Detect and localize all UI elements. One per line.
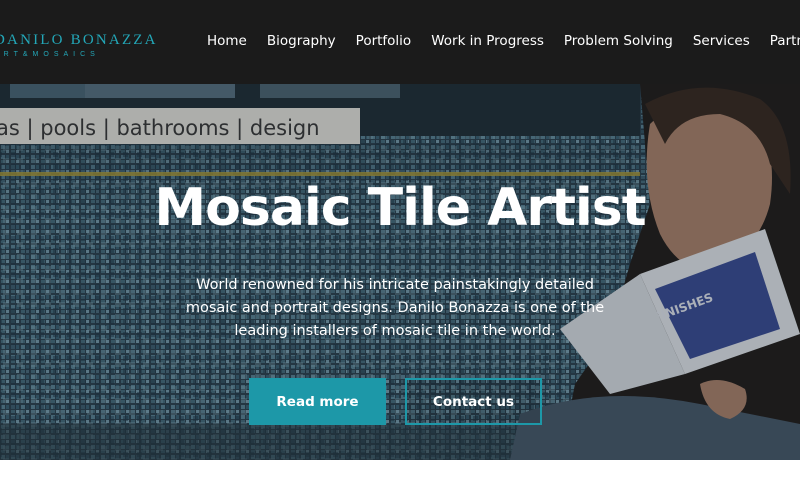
read-more-button[interactable]: Read more	[249, 378, 386, 425]
hero-section: as | pools | bathrooms | design FINISHES…	[0, 84, 800, 460]
hero-description: World renowned for his intricate painsta…	[185, 277, 605, 339]
nav-item-biography[interactable]: Biography	[257, 30, 346, 52]
nav-item-problem-solving[interactable]: Problem Solving	[554, 30, 683, 52]
contact-us-button[interactable]: Contact us	[405, 378, 542, 425]
logo[interactable]: DANILO BONAZZA ART&MOSAICS	[0, 32, 158, 59]
logo-name: DANILO BONAZZA	[0, 32, 158, 48]
nav-item-portfolio[interactable]: Portfolio	[346, 30, 422, 52]
nav-item-partners[interactable]: Partners	[760, 30, 800, 52]
site-header: DANILO BONAZZA ART&MOSAICS Home Biograph…	[0, 0, 800, 84]
nav-item-work-in-progress[interactable]: Work in Progress	[421, 30, 554, 52]
nav-item-home[interactable]: Home	[197, 30, 257, 52]
hero-overlay	[0, 84, 800, 460]
nav-item-services[interactable]: Services	[683, 30, 760, 52]
logo-tagline: ART&MOSAICS	[0, 51, 100, 58]
hero-title: Mosaic Tile Artist	[154, 178, 646, 238]
main-nav: Home Biography Portfolio Work in Progres…	[197, 30, 800, 52]
page-bottom-area	[0, 460, 800, 480]
